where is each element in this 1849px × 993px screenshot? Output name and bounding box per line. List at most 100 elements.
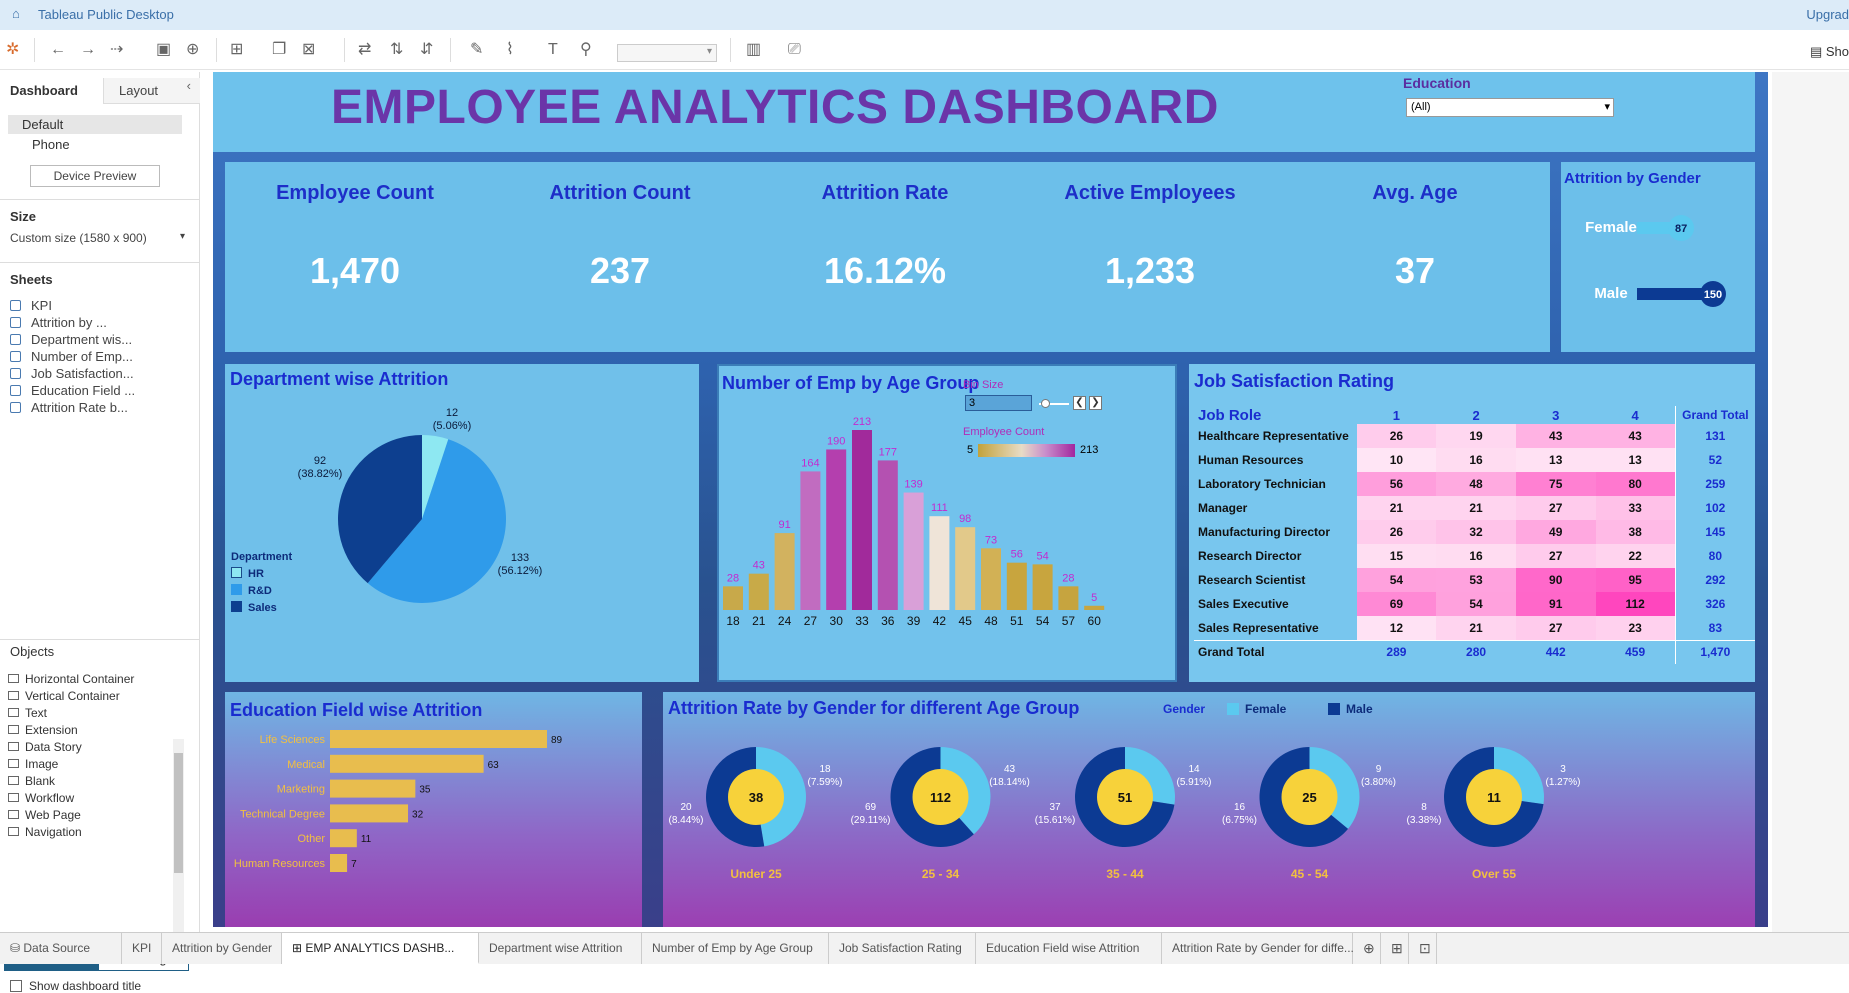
- sheet-item[interactable]: Department wis...: [10, 332, 132, 347]
- age-bar: [1084, 605, 1105, 610]
- upgrade-link[interactable]: Upgrad: [1806, 7, 1849, 22]
- donut-female-label: (5.91%): [1176, 777, 1211, 788]
- edu-value-label: 89: [551, 735, 563, 746]
- swap-icon[interactable]: ⇄: [358, 40, 371, 60]
- age-bar: [852, 430, 872, 610]
- edu-bar: [330, 854, 348, 872]
- tab-dashboard[interactable]: Dashboard: [0, 78, 103, 104]
- object-item[interactable]: Horizontal Container: [8, 672, 134, 686]
- donut-male-label: 8: [1421, 802, 1427, 813]
- new-datasource-icon[interactable]: ⊕: [186, 40, 199, 60]
- objects-scrollbar[interactable]: [173, 739, 184, 939]
- replay-icon[interactable]: ⇢: [110, 40, 123, 60]
- job-role-cell: Manufacturing Director: [1198, 525, 1331, 539]
- kpi-card: Employee Count 1,470 Attrition Count 237…: [225, 162, 1550, 352]
- edu-value-label: 7: [351, 859, 357, 870]
- object-item[interactable]: Navigation: [8, 825, 82, 839]
- rating-cell: 27: [1515, 544, 1596, 568]
- donut-male-label: 16: [1234, 802, 1246, 813]
- show-title-checkbox[interactable]: Show dashboard title: [10, 979, 141, 993]
- tab-sheet[interactable]: Department wise Attrition: [479, 933, 642, 964]
- new-dashboard-tab-icon[interactable]: ⊞: [1381, 933, 1409, 964]
- object-item[interactable]: Blank: [8, 774, 55, 788]
- size-dropdown[interactable]: Custom size (1580 x 900) ▾: [10, 231, 185, 245]
- sheet-item[interactable]: Education Field ...: [10, 383, 135, 398]
- object-item[interactable]: Image: [8, 757, 58, 771]
- pie-data-label: (56.12%): [498, 565, 543, 577]
- data-story-icon: [8, 742, 19, 751]
- rating-cell: 27: [1515, 496, 1596, 520]
- clear-sheet-icon[interactable]: ⊠: [302, 40, 315, 60]
- show-me-button[interactable]: ▤ Sho: [1810, 44, 1849, 60]
- tab-data-source[interactable]: ⛁ Data Source: [0, 933, 122, 964]
- row-total-cell: 292: [1674, 568, 1755, 592]
- tab-sheet[interactable]: Education Field wise Attrition: [976, 933, 1162, 964]
- redo-icon[interactable]: →: [80, 40, 96, 60]
- age-tick-label: 42: [933, 614, 947, 628]
- tab-layout[interactable]: Layout: [103, 78, 200, 104]
- object-item[interactable]: Workflow: [8, 791, 74, 805]
- tab-sheet[interactable]: Attrition Rate by Gender for diffe...: [1162, 933, 1354, 964]
- horizontal-container-icon: [8, 674, 19, 683]
- pin-icon[interactable]: ⚲: [580, 40, 592, 60]
- bin-increment-icon[interactable]: ❯: [1089, 396, 1102, 410]
- group-icon[interactable]: ⌇: [506, 40, 514, 60]
- device-default[interactable]: Default: [8, 115, 182, 134]
- sheet-item[interactable]: Attrition Rate b...: [10, 400, 128, 415]
- tab-sheet[interactable]: Attrition by Gender: [162, 933, 282, 964]
- age-bar: [1058, 586, 1079, 610]
- collapse-icon[interactable]: ‹: [187, 78, 191, 93]
- new-worksheet-tab-icon[interactable]: ⊕: [1353, 933, 1381, 964]
- sheet-icon: [10, 334, 21, 345]
- grand-total-cell: 442: [1515, 639, 1596, 664]
- education-filter-select[interactable]: (All): [1406, 98, 1614, 117]
- save-icon[interactable]: ▣: [156, 40, 171, 60]
- device-phone[interactable]: Phone: [32, 137, 70, 152]
- object-item[interactable]: Extension: [8, 723, 78, 737]
- sheet-item[interactable]: Attrition by ...: [10, 315, 107, 330]
- tab-sheet[interactable]: Number of Emp by Age Group: [642, 933, 829, 964]
- new-story-tab-icon[interactable]: ⊡: [1409, 933, 1437, 964]
- rating-cell: 75: [1515, 472, 1596, 496]
- sort-asc-icon[interactable]: ⇅: [390, 40, 403, 60]
- sort-desc-icon[interactable]: ⇵: [420, 40, 433, 60]
- fit-dropdown[interactable]: [617, 44, 717, 62]
- device-preview-button[interactable]: Device Preview: [30, 165, 160, 187]
- tab-sheet[interactable]: KPI: [122, 933, 162, 964]
- bin-decrement-icon[interactable]: ❮: [1073, 396, 1086, 410]
- sheet-item[interactable]: Number of Emp...: [10, 349, 133, 364]
- job-role-cell: Human Resources: [1198, 453, 1304, 467]
- object-item[interactable]: Vertical Container: [8, 689, 120, 703]
- kpi-value: 1,470: [309, 250, 401, 291]
- tab-dashboard-active[interactable]: ⊞ EMP ANALYTICS DASHB...: [282, 933, 479, 964]
- bin-size-label: Bin Size: [963, 379, 1004, 391]
- highlight-icon[interactable]: ✎: [470, 40, 483, 60]
- sheet-item[interactable]: KPI: [10, 298, 52, 313]
- sheets-heading: Sheets: [10, 272, 53, 287]
- edu-category-label: Human Resources: [234, 858, 326, 870]
- object-item[interactable]: Web Page: [8, 808, 81, 822]
- row-total-cell: 145: [1674, 520, 1755, 544]
- slider-handle[interactable]: [1041, 399, 1050, 408]
- bin-size-input[interactable]: 3: [965, 395, 1032, 411]
- show-cards-icon[interactable]: ▥: [746, 40, 761, 60]
- new-worksheet-icon[interactable]: ⊞: [230, 40, 243, 60]
- legend-swatch: [231, 567, 242, 578]
- label-icon[interactable]: T: [548, 40, 558, 60]
- duplicate-icon[interactable]: ❐: [272, 40, 286, 60]
- rating-cell: 48: [1436, 472, 1516, 496]
- object-item[interactable]: Data Story: [8, 740, 82, 754]
- age-tick-label: 30: [830, 614, 844, 628]
- donut-male-label: (15.61%): [1035, 815, 1076, 826]
- sheet-item[interactable]: Job Satisfaction...: [10, 366, 134, 381]
- tableau-icon[interactable]: ✲: [6, 40, 19, 60]
- object-item[interactable]: Text: [8, 706, 47, 720]
- edu-category-label: Other: [297, 833, 325, 845]
- rating-cell: 21: [1356, 496, 1437, 520]
- job-role-cell: Sales Executive: [1198, 597, 1289, 611]
- presentation-icon[interactable]: ⎚: [788, 40, 801, 60]
- job-role-cell: Research Scientist: [1198, 573, 1306, 587]
- job-role-cell: Healthcare Representative: [1198, 429, 1349, 443]
- undo-icon[interactable]: ←: [50, 40, 66, 60]
- tab-sheet[interactable]: Job Satisfaction Rating: [829, 933, 976, 964]
